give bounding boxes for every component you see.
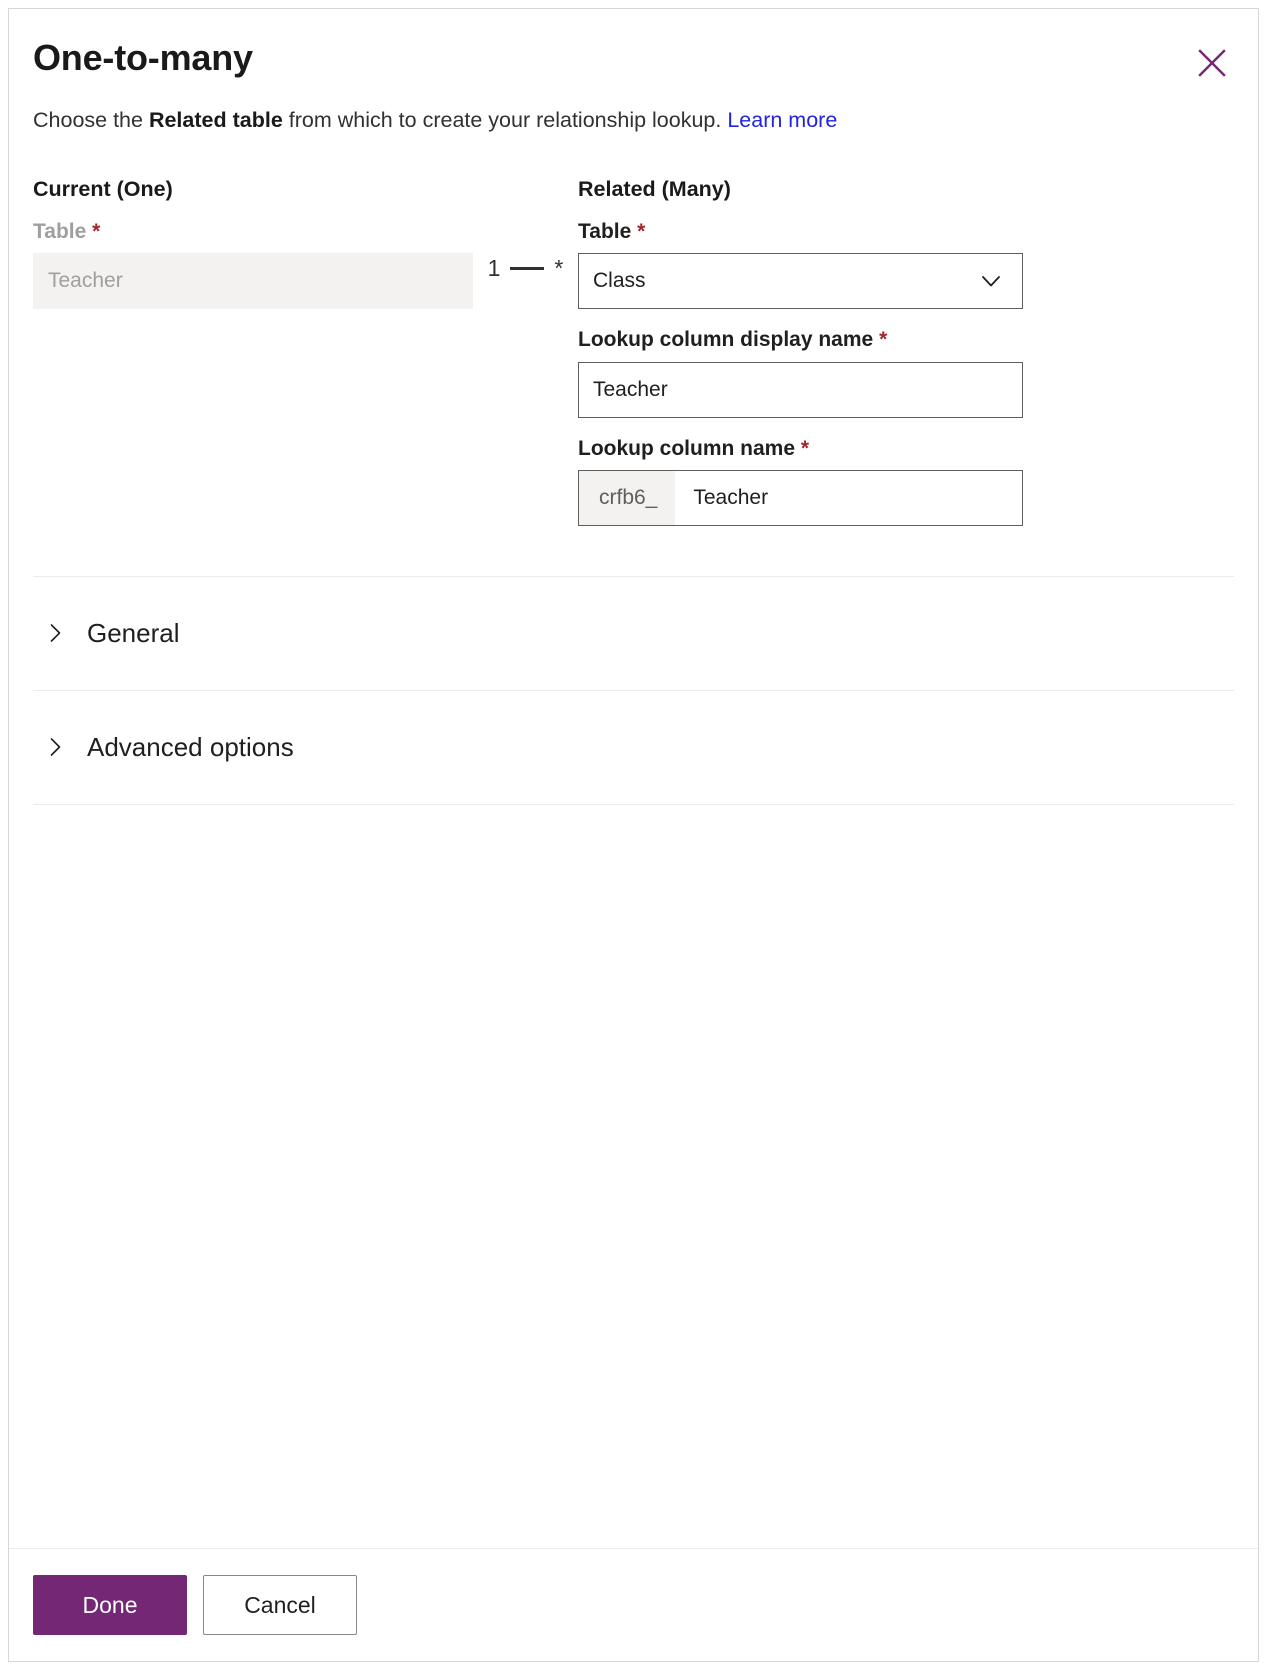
lookup-display-name-value: Teacher: [593, 377, 668, 401]
lookup-column-name-label-text: Lookup column name: [578, 436, 796, 460]
one-to-many-dialog: One-to-many Choose the Related table fro…: [8, 8, 1259, 1662]
cardinality-line-icon: [510, 266, 545, 270]
required-asterisk: *: [879, 328, 888, 352]
related-many-heading: Related (Many): [578, 177, 731, 202]
chevron-right-icon: [43, 735, 77, 759]
required-asterisk: *: [637, 220, 646, 244]
lookup-column-name-prefix: crfb6_: [579, 470, 676, 525]
current-one-column: Current (One) Table * Teacher: [33, 177, 473, 310]
close-button[interactable]: [1188, 39, 1236, 87]
page-title: One-to-many: [33, 37, 253, 78]
dialog-footer: Done Cancel: [9, 1548, 1258, 1661]
section-general-label: General: [87, 617, 180, 648]
close-icon: [1196, 47, 1228, 79]
cardinality-indicator: 1 *: [473, 177, 578, 296]
related-table-label-text: Table: [578, 220, 632, 244]
description-prefix: Choose the: [33, 108, 149, 133]
related-table-value: Class: [593, 269, 646, 293]
section-advanced-options[interactable]: Advanced options: [33, 689, 1234, 805]
chevron-right-icon: [43, 621, 77, 645]
learn-more-link[interactable]: Learn more: [727, 108, 837, 132]
current-table-label: Table *: [33, 219, 473, 244]
section-general[interactable]: General: [33, 575, 1234, 690]
cardinality-one: 1: [487, 254, 501, 281]
collapsible-sections: General Advanced options: [33, 575, 1234, 805]
related-table-label: Table *: [578, 219, 1023, 244]
current-table-value: Teacher: [48, 269, 123, 293]
lookup-display-name-label-text: Lookup column display name: [578, 328, 874, 352]
description-suffix: from which to create your relationship l…: [282, 108, 728, 133]
current-table-input: Teacher: [33, 253, 473, 310]
dialog-description: Choose the Related table from which to c…: [9, 106, 1258, 135]
lookup-display-name-label: Lookup column display name *: [578, 327, 1023, 352]
lookup-column-name-value[interactable]: Teacher: [675, 471, 1022, 525]
description-bold: Related table: [148, 108, 283, 133]
required-asterisk: *: [92, 220, 101, 244]
related-many-column: Related (Many) Table * Class Lookup colu…: [578, 177, 1023, 526]
current-table-label-text: Table: [33, 220, 87, 244]
lookup-display-name-input[interactable]: Teacher: [578, 361, 1023, 418]
cancel-button[interactable]: Cancel: [203, 1575, 357, 1635]
done-button[interactable]: Done: [33, 1575, 187, 1635]
required-asterisk: *: [800, 436, 810, 460]
dialog-body: Current (One) Table * Teacher 1 * Relate…: [9, 135, 1258, 1548]
cardinality-many: *: [554, 254, 564, 281]
dialog-header: One-to-many: [9, 9, 1258, 78]
section-advanced-options-label: Advanced options: [87, 731, 294, 762]
chevron-down-icon: [978, 268, 1014, 294]
screen: One-to-many Choose the Related table fro…: [0, 0, 1267, 1670]
related-table-dropdown[interactable]: Class: [578, 253, 1023, 310]
lookup-column-name-label: Lookup column name *: [578, 436, 1023, 461]
lookup-column-name-input[interactable]: crfb6_ Teacher: [578, 469, 1023, 526]
relationship-columns: Current (One) Table * Teacher 1 * Relate…: [33, 177, 1234, 526]
current-one-heading: Current (One): [33, 177, 173, 202]
